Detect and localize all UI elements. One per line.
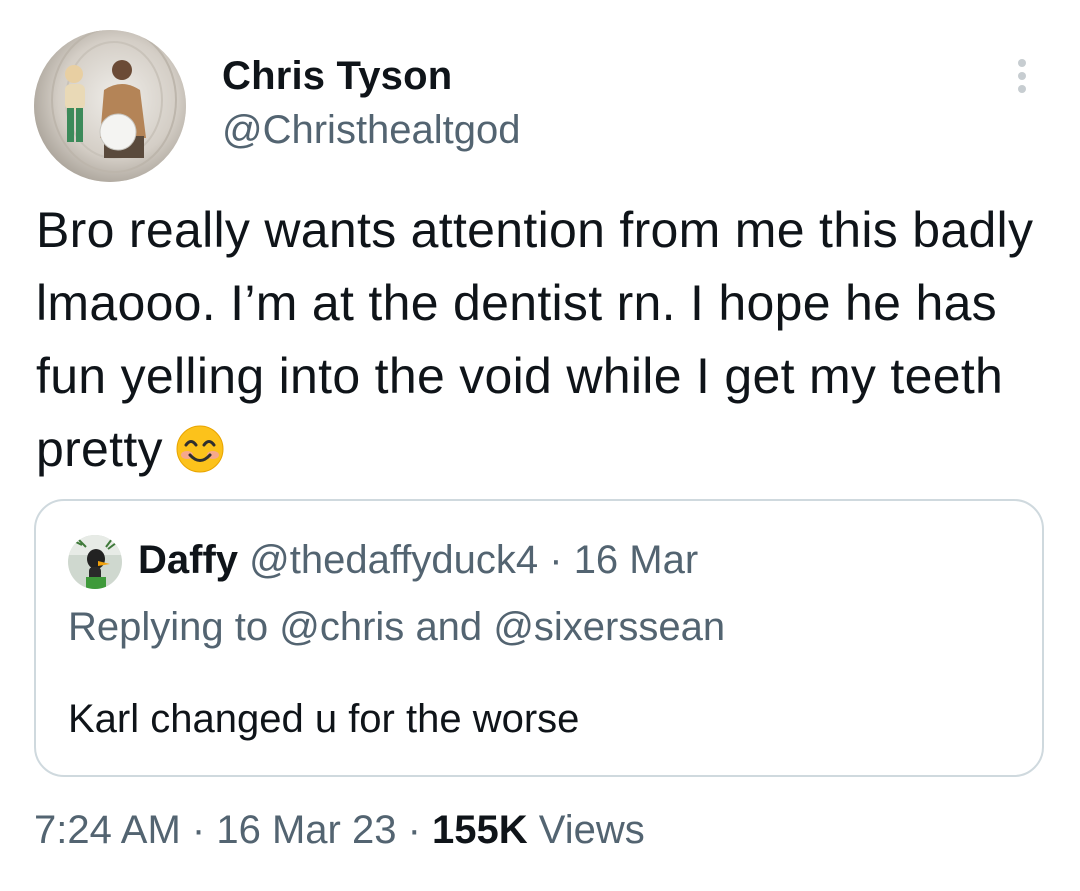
smiling-face-emoji-icon	[175, 421, 225, 473]
tweet-date[interactable]: 16 Mar 23	[216, 808, 396, 852]
quoted-tweet-card[interactable]: Daffy @thedaffyduck4 · 16 Mar Replying t…	[34, 499, 1044, 777]
author-avatar[interactable]	[34, 30, 186, 182]
replying-to-prefix: Replying to	[68, 605, 269, 649]
tweet-text: Bro really wants attention from me this …	[36, 194, 1046, 486]
author-handle[interactable]: @Christhealtgod	[222, 106, 521, 154]
quoted-author-avatar[interactable]	[68, 535, 122, 589]
meta-separator-1: ·	[191, 808, 206, 852]
quoted-tweet-text: Karl changed u for the worse	[68, 697, 580, 741]
replying-to-and: and	[415, 605, 483, 649]
replying-to-user-2[interactable]: @sixerssean	[493, 605, 725, 649]
author-name[interactable]: Chris Tyson	[222, 52, 452, 100]
meta-separator-2: ·	[407, 808, 421, 852]
replying-to-user-1[interactable]: @chris	[279, 605, 404, 649]
quoted-author-handle[interactable]: @thedaffyduck4	[249, 538, 538, 582]
more-options-button[interactable]	[1006, 55, 1038, 97]
tweet-time[interactable]: 7:24 AM	[34, 808, 181, 852]
quoted-author-name[interactable]: Daffy	[138, 538, 238, 582]
views-count: 155K	[432, 808, 528, 852]
quoted-header: Daffy @thedaffyduck4 · 16 Mar	[138, 533, 698, 587]
quoted-replying-to: Replying to @chris and @sixerssean	[68, 601, 725, 653]
tweet-meta: 7:24 AM · 16 Mar 23 · 155K Views	[34, 804, 645, 856]
quoted-separator: ·	[549, 538, 563, 582]
quoted-date[interactable]: 16 Mar	[574, 538, 699, 582]
views-label: Views	[538, 808, 645, 852]
more-dots-icon	[1018, 59, 1026, 93]
